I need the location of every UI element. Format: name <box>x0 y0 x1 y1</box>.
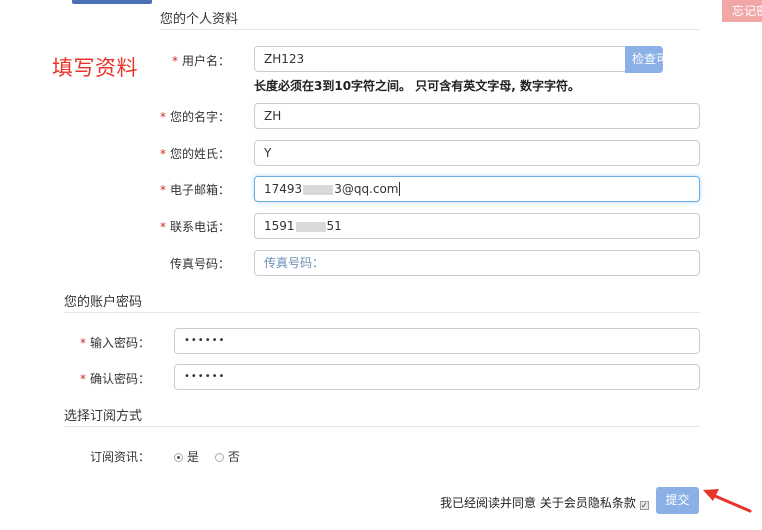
phone-label: * 联系电话： <box>159 220 230 234</box>
forgot-password-button[interactable]: 忘记密码 <box>722 0 762 22</box>
required-star: * <box>171 54 178 68</box>
last-name-label: * 您的姓氏： <box>159 147 230 161</box>
required-star: * <box>159 147 166 161</box>
radio-option-no[interactable]: 否 <box>214 450 240 464</box>
required-star: * <box>159 110 166 124</box>
personal-info-title: 您的个人资料 <box>160 12 239 27</box>
account-divider <box>64 312 700 313</box>
text-caret <box>398 182 400 196</box>
subscription-label: 订阅资讯： <box>89 450 150 464</box>
submit-button[interactable]: 提交 <box>656 487 699 514</box>
check-username-button[interactable]: 检查可用 <box>625 46 663 73</box>
username-label: * 用户名： <box>171 54 230 68</box>
username-input[interactable]: ZH123 <box>254 46 626 72</box>
required-star: * <box>79 372 86 386</box>
email-label: * 电子邮箱： <box>159 183 230 197</box>
redaction-blur <box>295 221 326 232</box>
annotation-text: 填写资料 <box>52 56 138 80</box>
password-input[interactable]: •••••• <box>174 328 700 354</box>
radio-unselected-icon[interactable] <box>214 453 224 462</box>
first-name-label: * 您的名字： <box>159 110 230 124</box>
password-label: * 输入密码： <box>79 336 150 350</box>
red-arrow-annotation-icon <box>703 489 752 513</box>
required-star: * <box>159 220 166 234</box>
first-name-input[interactable]: ZH <box>254 103 700 129</box>
fax-input[interactable]: 传真号码： <box>254 250 700 276</box>
required-star: * <box>79 336 86 350</box>
personal-divider <box>160 29 700 30</box>
agree-terms[interactable]: 我已经阅读并同意 关于会员隐私条款 ✓ <box>440 494 649 511</box>
confirm-password-label: * 确认密码： <box>79 372 150 386</box>
last-name-input[interactable]: Y <box>254 140 700 166</box>
top-tab-stub <box>72 0 152 4</box>
confirm-password-input[interactable]: •••••• <box>174 364 700 390</box>
redaction-blur <box>303 184 334 195</box>
subscription-title: 选择订阅方式 <box>64 409 143 424</box>
required-star: * <box>159 183 166 197</box>
subscription-divider <box>64 426 700 427</box>
subscription-radio-group: 是 否 <box>174 448 240 465</box>
fax-label: 传真号码： <box>169 257 230 271</box>
radio-option-yes[interactable]: 是 <box>174 450 199 464</box>
radio-selected-icon[interactable] <box>174 453 183 462</box>
email-input[interactable]: 17493 3@qq.com <box>254 176 700 202</box>
username-hint: 长度必须在3到10字符之间。 只可含有英文字母, 数字字符。 <box>254 79 580 93</box>
phone-input[interactable]: 1591 51 <box>254 213 700 239</box>
account-title: 您的账户密码 <box>64 295 143 310</box>
agree-checkbox[interactable]: ✓ <box>639 501 649 510</box>
